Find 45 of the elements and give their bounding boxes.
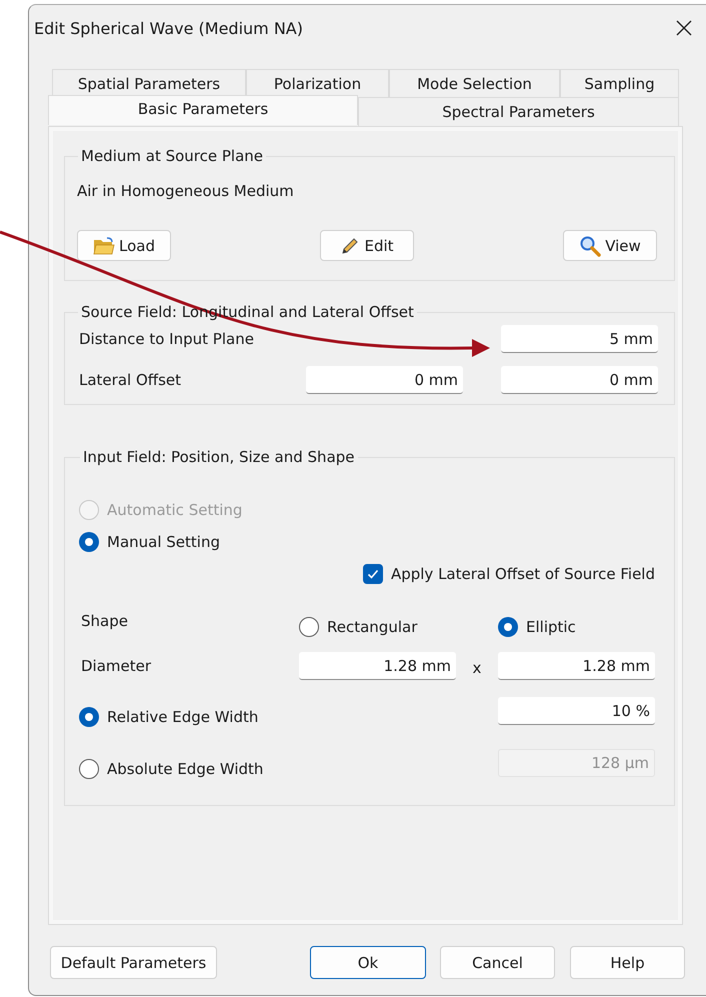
dialog-button[interactable]: Ok — [310, 946, 426, 979]
group-title: Input Field: Position, Size and Shape — [82, 448, 356, 466]
tab[interactable]: Polarization — [246, 69, 389, 98]
separator-text: x — [472, 659, 482, 677]
toolbar-button[interactable]: View — [563, 230, 657, 261]
field-label: Diameter — [80, 657, 152, 675]
toolbar-button[interactable]: Load — [77, 230, 171, 261]
input-field[interactable]: 0 mm — [501, 366, 658, 394]
tab[interactable]: Spatial Parameters — [52, 69, 246, 98]
radio-label[interactable]: Manual Setting — [107, 533, 220, 551]
close-icon[interactable] — [676, 20, 692, 36]
radio-button[interactable] — [498, 617, 518, 637]
checkbox[interactable] — [362, 564, 383, 584]
tab[interactable]: Mode Selection — [389, 69, 560, 98]
radio-button[interactable] — [79, 759, 99, 779]
tab[interactable]: Spectral Parameters — [358, 97, 679, 126]
radio-label[interactable]: Relative Edge Width — [107, 708, 258, 726]
input-field[interactable]: 5 mm — [501, 325, 658, 353]
radio-label[interactable]: Rectangular — [327, 618, 418, 636]
radio-button[interactable] — [299, 617, 319, 637]
radio-button[interactable] — [79, 707, 99, 727]
tab[interactable]: Basic Parameters — [48, 95, 358, 125]
dialog-button[interactable]: Cancel — [440, 946, 555, 979]
input-field[interactable]: 1.28 mm — [498, 652, 655, 680]
input-field[interactable]: 10 % — [498, 697, 655, 725]
field-label: Distance to Input Plane — [78, 330, 255, 348]
field-label: Shape — [80, 612, 129, 632]
field-label: Lateral Offset — [78, 371, 182, 389]
checkbox-label[interactable]: Apply Lateral Offset of Source Field — [390, 565, 655, 583]
radio-button[interactable] — [79, 532, 99, 552]
input-field[interactable]: 0 mm — [306, 366, 463, 394]
radio-label[interactable]: Elliptic — [526, 618, 576, 636]
dialog-button[interactable]: Help — [570, 946, 685, 979]
group-title: Medium at Source Plane — [80, 147, 264, 165]
checkmark-icon — [366, 567, 380, 581]
medium-name: Air in Homogeneous Medium — [77, 182, 295, 200]
input-field[interactable]: 1.28 mm — [299, 652, 456, 680]
folder-icon — [93, 236, 115, 256]
radio-label[interactable]: Absolute Edge Width — [107, 760, 264, 778]
toolbar-button[interactable]: Edit — [320, 230, 414, 261]
tab[interactable]: Sampling — [560, 69, 679, 98]
dialog-button[interactable]: Default Parameters — [50, 946, 217, 979]
search-icon — [579, 234, 602, 256]
pencil-icon — [340, 236, 360, 256]
window-title: Edit Spherical Wave (Medium NA) — [34, 18, 303, 38]
